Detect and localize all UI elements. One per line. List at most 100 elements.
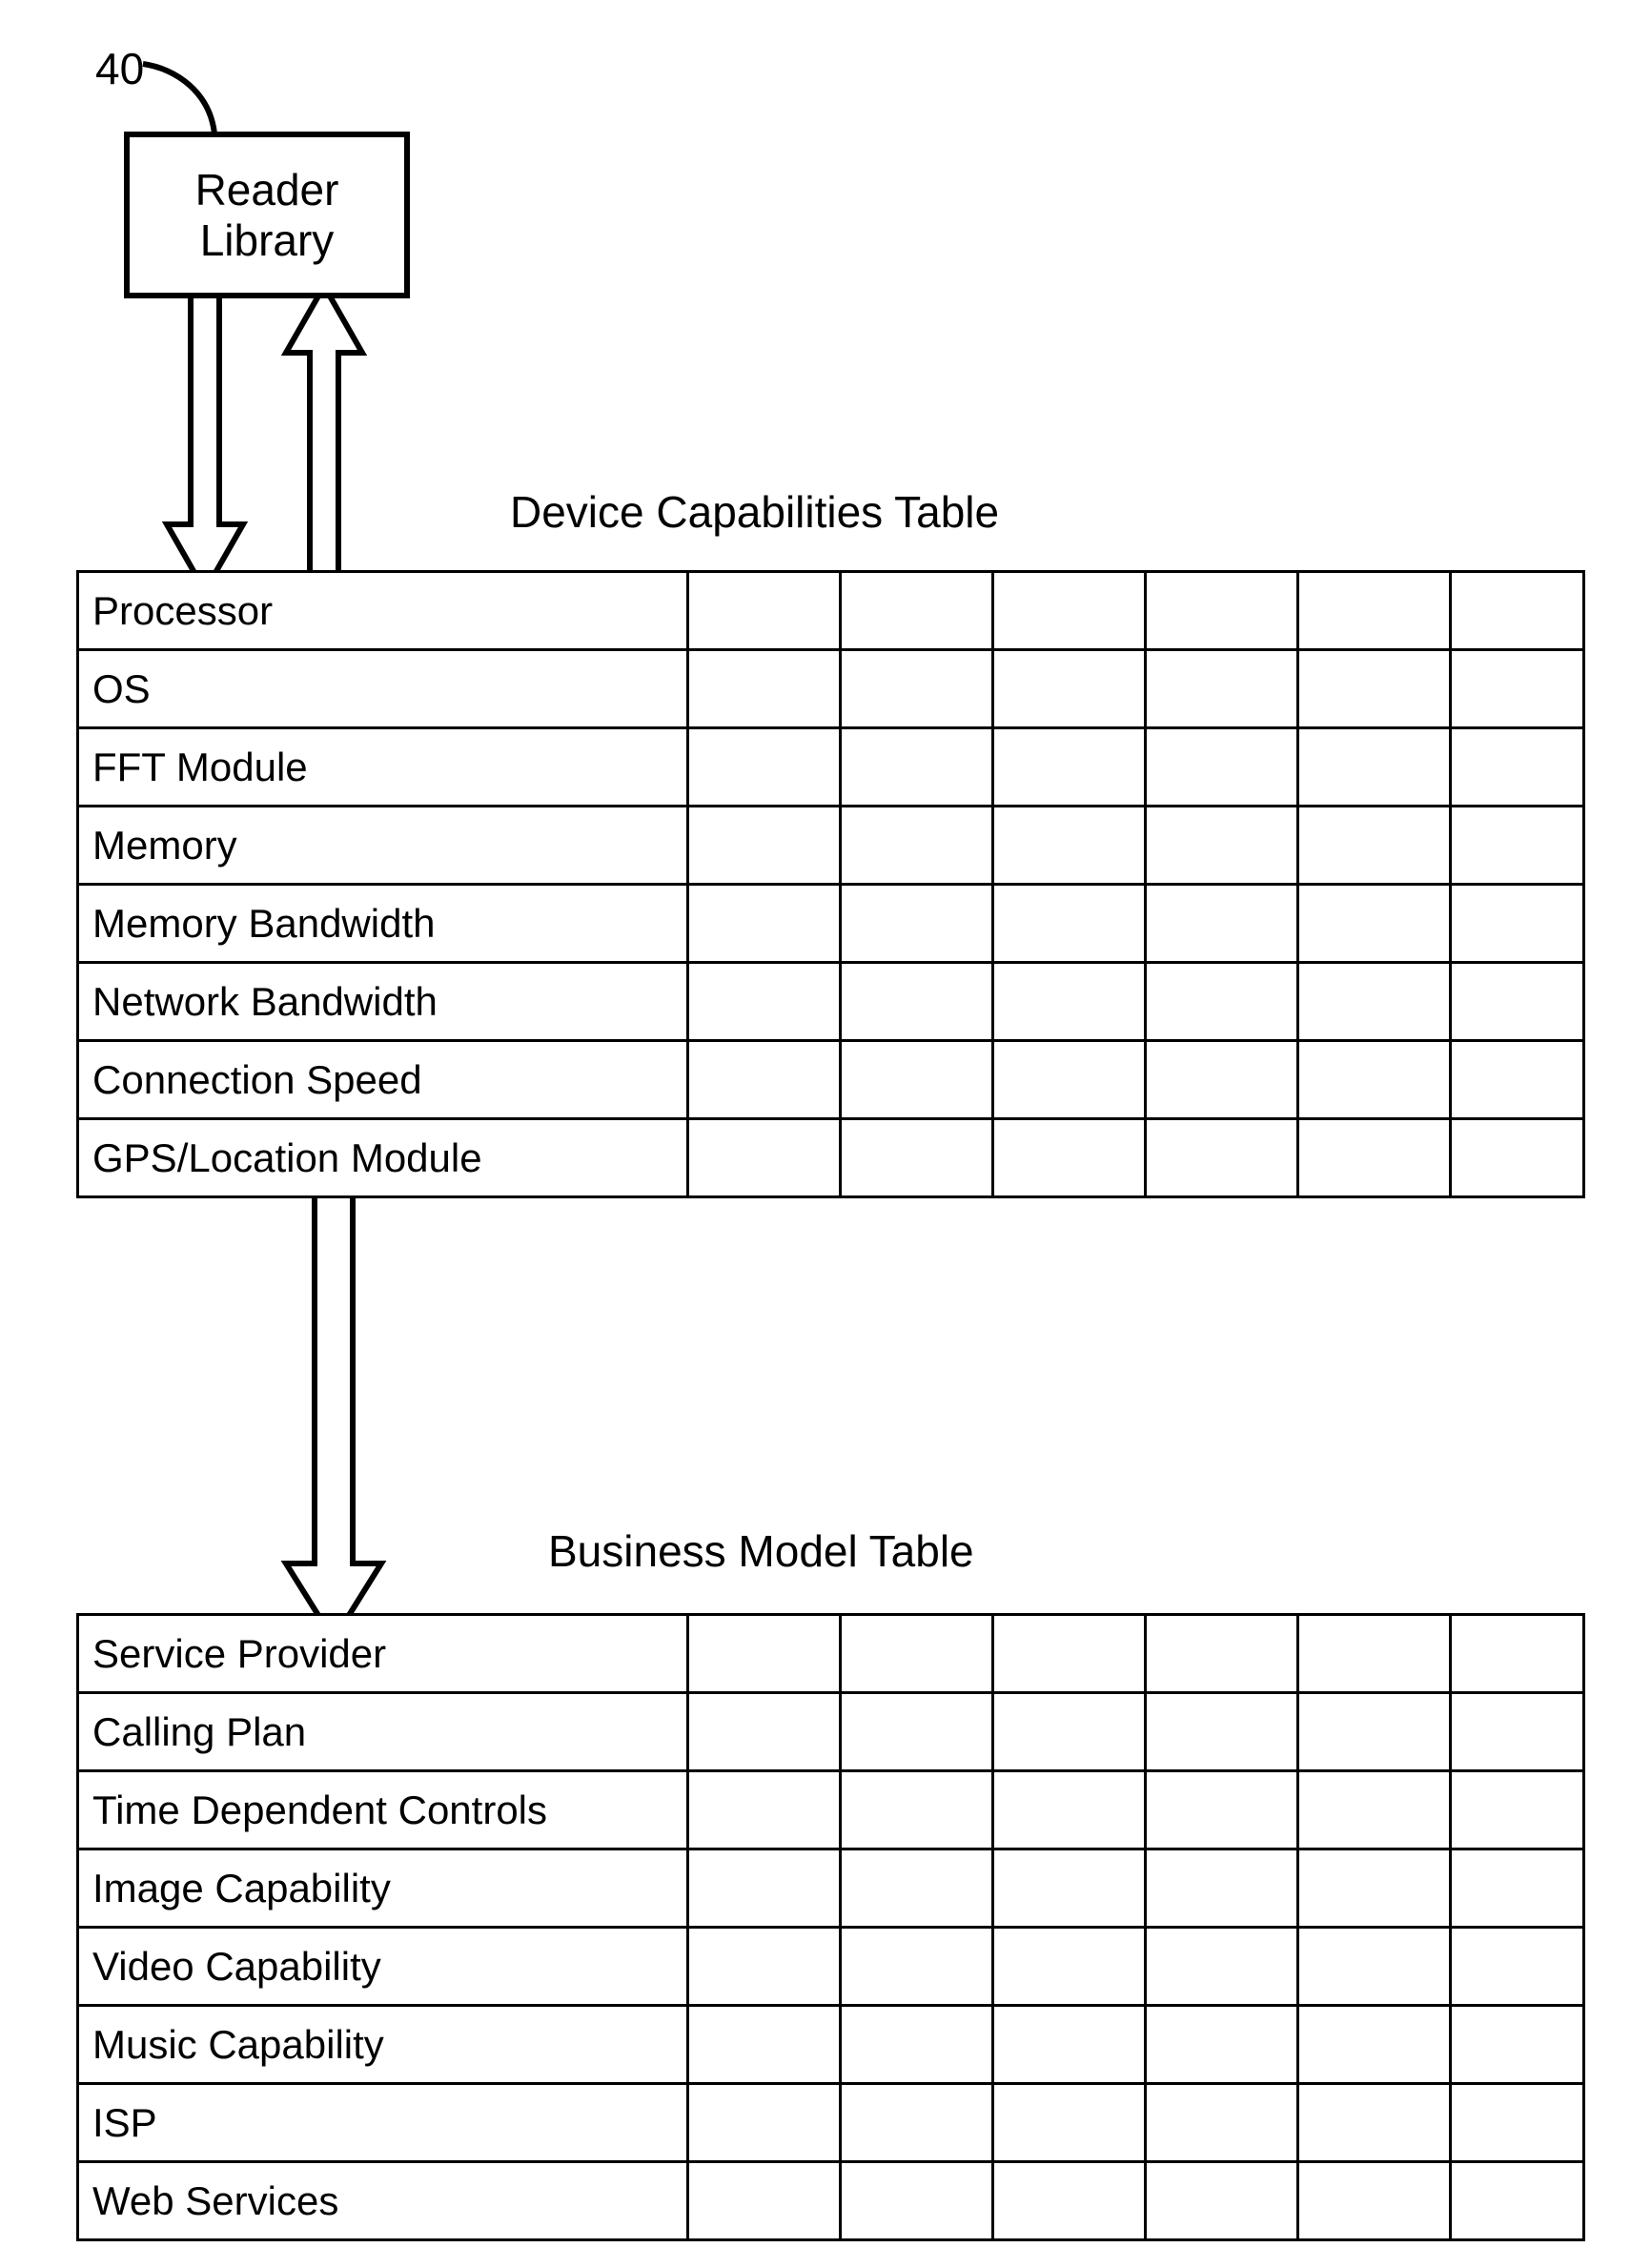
device-caps-cell: [1146, 885, 1298, 963]
device-caps-cell: [688, 1119, 841, 1197]
biz-model-cell: [1451, 1771, 1584, 1849]
device-caps-cell: [1451, 1119, 1584, 1197]
biz-model-cell: [841, 2084, 993, 2162]
device-caps-cell: [993, 650, 1146, 728]
biz-model-cell: [1146, 1849, 1298, 1928]
device-caps-cell: [1451, 728, 1584, 807]
table-row: Calling Plan: [78, 1693, 1584, 1771]
device-caps-cell: [993, 1041, 1146, 1119]
biz-model-cell: [1146, 2006, 1298, 2084]
device-caps-cell: [841, 1119, 993, 1197]
device-caps-row-label: Memory: [78, 807, 688, 885]
biz-model-row-label: Time Dependent Controls: [78, 1771, 688, 1849]
device-caps-cell: [1298, 885, 1451, 963]
biz-model-cell: [993, 1849, 1146, 1928]
biz-model-cell: [1451, 1928, 1584, 2006]
arrow-reader-to-table-down: [167, 286, 243, 591]
table-row: FFT Module: [78, 728, 1584, 807]
biz-model-row-label: Web Services: [78, 2162, 688, 2240]
device-caps-cell: [688, 650, 841, 728]
device-caps-cell: [1298, 572, 1451, 650]
biz-model-cell: [1451, 2162, 1584, 2240]
biz-model-cell: [1298, 2006, 1451, 2084]
biz-model-cell: [688, 2006, 841, 2084]
device-caps-cell: [1146, 1119, 1298, 1197]
device-caps-cell: [993, 885, 1146, 963]
biz-model-cell: [1298, 1771, 1451, 1849]
reader-library-label: Reader Library: [195, 165, 339, 266]
biz-model-cell: [688, 1693, 841, 1771]
biz-model-cell: [841, 2162, 993, 2240]
biz-model-cell: [1146, 2162, 1298, 2240]
arrow-tables-down: [286, 1182, 381, 1640]
device-caps-cell: [841, 807, 993, 885]
table-row: Time Dependent Controls: [78, 1771, 1584, 1849]
biz-model-cell: [688, 1928, 841, 2006]
table-row: ISP: [78, 2084, 1584, 2162]
device-caps-cell: [1298, 807, 1451, 885]
device-caps-cell: [1451, 885, 1584, 963]
biz-model-cell: [841, 1693, 993, 1771]
biz-model-row-label: Image Capability: [78, 1849, 688, 1928]
device-caps-cell: [1451, 963, 1584, 1041]
device-caps-row-label: Connection Speed: [78, 1041, 688, 1119]
table-row: Image Capability: [78, 1849, 1584, 1928]
device-caps-row-label: OS: [78, 650, 688, 728]
device-caps-cell: [1451, 650, 1584, 728]
device-caps-table: ProcessorOSFFT ModuleMemoryMemory Bandwi…: [76, 570, 1585, 1198]
device-caps-cell: [1146, 1041, 1298, 1119]
device-caps-cell: [1146, 963, 1298, 1041]
device-caps-cell: [841, 650, 993, 728]
biz-model-cell: [1298, 1849, 1451, 1928]
table-row: Video Capability: [78, 1928, 1584, 2006]
device-caps-cell: [993, 963, 1146, 1041]
table-row: Music Capability: [78, 2006, 1584, 2084]
device-caps-cell: [1298, 1119, 1451, 1197]
reader-library-node: Reader Library: [124, 132, 410, 298]
device-caps-cell: [1451, 807, 1584, 885]
device-caps-cell: [1146, 572, 1298, 650]
biz-model-cell: [841, 1771, 993, 1849]
arrow-table-to-reader-up: [286, 286, 362, 591]
device-caps-cell: [841, 963, 993, 1041]
device-caps-cell: [993, 572, 1146, 650]
biz-model-cell: [841, 1615, 993, 1693]
device-caps-row-label: Network Bandwidth: [78, 963, 688, 1041]
biz-model-cell: [1451, 1615, 1584, 1693]
device-caps-cell: [1298, 728, 1451, 807]
device-caps-cell: [993, 728, 1146, 807]
table-row: GPS/Location Module: [78, 1119, 1584, 1197]
biz-model-cell: [1298, 1615, 1451, 1693]
biz-model-cell: [688, 1615, 841, 1693]
table-row: Network Bandwidth: [78, 963, 1584, 1041]
biz-model-cell: [688, 2162, 841, 2240]
table-row: Web Services: [78, 2162, 1584, 2240]
biz-model-cell: [1298, 1693, 1451, 1771]
device-caps-cell: [841, 728, 993, 807]
biz-model-cell: [993, 1693, 1146, 1771]
device-caps-row-label: FFT Module: [78, 728, 688, 807]
device-caps-cell: [688, 572, 841, 650]
table-row: Memory Bandwidth: [78, 885, 1584, 963]
biz-model-cell: [1298, 1928, 1451, 2006]
biz-model-row-label: ISP: [78, 2084, 688, 2162]
biz-model-cell: [993, 2162, 1146, 2240]
device-caps-cell: [841, 1041, 993, 1119]
biz-model-cell: [688, 1849, 841, 1928]
biz-model-cell: [1298, 2084, 1451, 2162]
device-caps-cell: [1298, 963, 1451, 1041]
biz-model-row-label: Music Capability: [78, 2006, 688, 2084]
biz-model-cell: [993, 1771, 1146, 1849]
device-caps-cell: [993, 807, 1146, 885]
biz-model-table: Service ProviderCalling PlanTime Depende…: [76, 1613, 1585, 2241]
table-row: Processor: [78, 572, 1584, 650]
biz-model-cell: [1298, 2162, 1451, 2240]
device-caps-cell: [688, 807, 841, 885]
biz-model-cell: [993, 1928, 1146, 2006]
biz-model-cell: [688, 2084, 841, 2162]
biz-model-cell: [841, 1928, 993, 2006]
device-caps-cell: [688, 885, 841, 963]
device-caps-row-label: Memory Bandwidth: [78, 885, 688, 963]
table-row: Connection Speed: [78, 1041, 1584, 1119]
table-row: Memory: [78, 807, 1584, 885]
